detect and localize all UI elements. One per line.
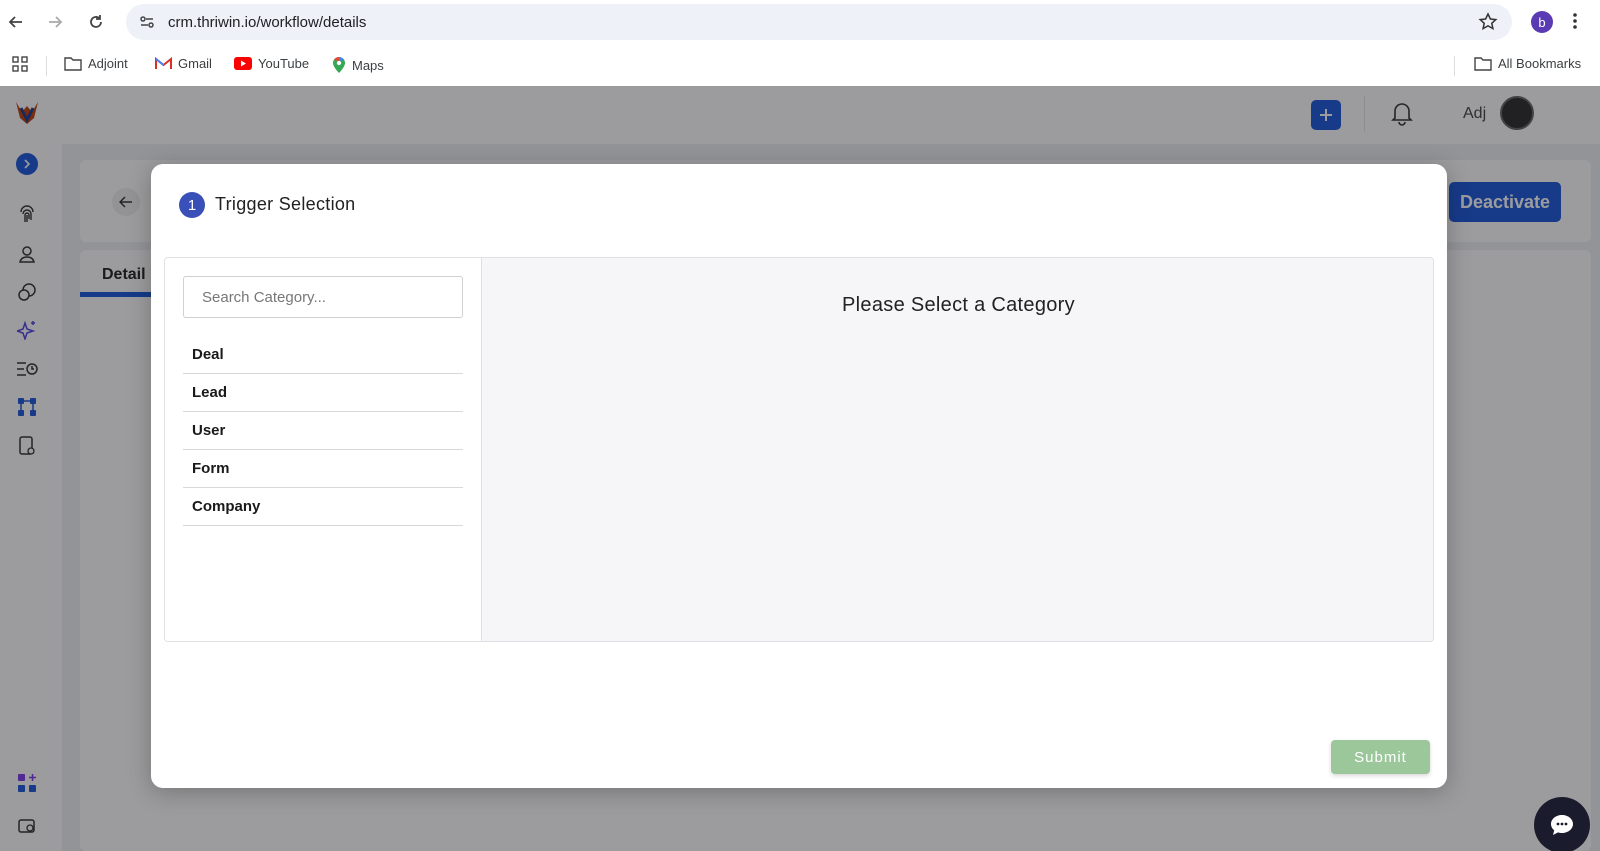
bookmark-separator (1454, 56, 1455, 76)
bookmark-label: Maps (352, 57, 384, 73)
category-detail-pane: Please Select a Category (482, 258, 1433, 641)
empty-state-message: Please Select a Category (842, 294, 1075, 316)
bookmark-star-icon[interactable] (1478, 12, 1498, 37)
browser-menu-icon[interactable] (1572, 11, 1578, 36)
youtube-icon (234, 57, 252, 70)
bookmark-maps[interactable]: Maps (332, 56, 384, 74)
bookmark-adjoint[interactable]: Adjoint (64, 56, 128, 71)
maps-pin-icon (333, 57, 345, 73)
category-item-lead[interactable]: Lead (183, 374, 463, 412)
gmail-icon (155, 57, 172, 69)
bookmarks-bar: Adjoint Gmail YouTube Maps All Bookmarks (0, 44, 1600, 86)
back-icon[interactable] (4, 10, 28, 34)
apps-grid-icon[interactable] (12, 56, 28, 72)
category-list: Deal Lead User Form Company (183, 336, 463, 526)
all-bookmarks[interactable]: All Bookmarks (1474, 56, 1581, 71)
bookmark-youtube[interactable]: YouTube (234, 56, 309, 71)
category-item-company[interactable]: Company (183, 488, 463, 526)
trigger-selection-modal: 1 Trigger Selection Deal Lead User Form … (151, 164, 1447, 788)
step-number-badge: 1 (179, 192, 205, 218)
category-panel: Deal Lead User Form Company Please Selec… (164, 257, 1434, 642)
bookmark-gmail[interactable]: Gmail (155, 56, 212, 71)
all-bookmarks-label: All Bookmarks (1498, 56, 1582, 71)
reload-icon[interactable] (84, 10, 108, 34)
forward-icon[interactable] (43, 10, 67, 34)
category-item-deal[interactable]: Deal (183, 336, 463, 374)
bookmark-separator (46, 56, 47, 76)
bookmark-label: Gmail (178, 56, 212, 71)
chat-icon (1551, 815, 1573, 835)
submit-button[interactable]: Submit (1331, 740, 1430, 774)
address-bar[interactable]: crm.thriwin.io/workflow/details (126, 4, 1512, 40)
bookmark-label: YouTube (258, 56, 310, 71)
folder-icon (1474, 57, 1492, 71)
category-item-user[interactable]: User (183, 412, 463, 450)
url-text[interactable]: crm.thriwin.io/workflow/details (168, 14, 366, 31)
bookmark-label: Adjoint (88, 56, 128, 71)
folder-icon (64, 57, 82, 71)
browser-profile-avatar[interactable]: b (1531, 11, 1553, 33)
category-search-input[interactable] (183, 276, 463, 318)
chat-support-button[interactable] (1534, 797, 1590, 851)
site-settings-icon[interactable] (138, 13, 156, 36)
browser-toolbar: crm.thriwin.io/workflow/details b (0, 0, 1600, 44)
category-item-form[interactable]: Form (183, 450, 463, 488)
category-list-pane: Deal Lead User Form Company (165, 258, 482, 641)
modal-title: Trigger Selection (215, 194, 356, 214)
